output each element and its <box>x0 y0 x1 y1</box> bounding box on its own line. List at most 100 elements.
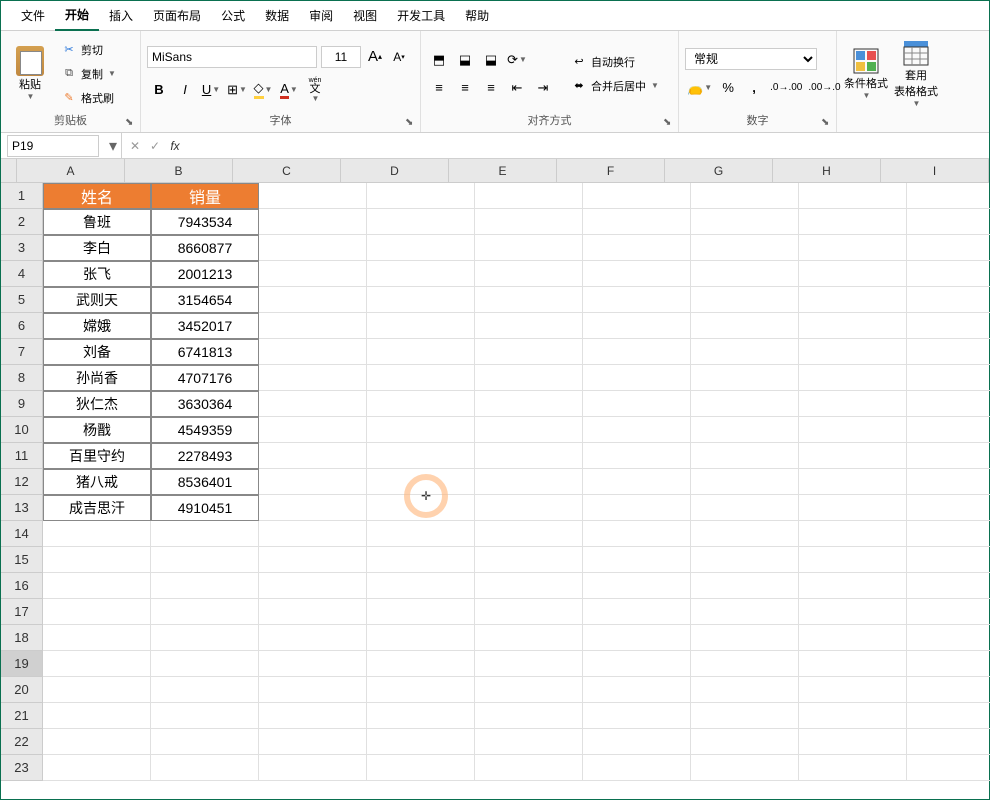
cell-I14[interactable] <box>907 521 990 547</box>
cell-H23[interactable] <box>799 755 907 781</box>
cell-E14[interactable] <box>475 521 583 547</box>
cell-I23[interactable] <box>907 755 990 781</box>
cell-B13[interactable]: 4910451 <box>151 495 259 521</box>
cell-D13[interactable] <box>367 495 475 521</box>
cell-C1[interactable] <box>259 183 367 209</box>
cell-E22[interactable] <box>475 729 583 755</box>
cell-I21[interactable] <box>907 703 990 729</box>
cell-B9[interactable]: 3630364 <box>151 391 259 417</box>
cell-F23[interactable] <box>583 755 691 781</box>
cell-G1[interactable] <box>691 183 799 209</box>
percent-button[interactable]: % <box>716 76 740 100</box>
cell-C6[interactable] <box>259 313 367 339</box>
align-center-button[interactable]: ≡ <box>453 76 477 100</box>
row-header-3[interactable]: 3 <box>1 235 43 261</box>
format-painter-button[interactable]: ✎格式刷 <box>57 87 120 109</box>
column-header-G[interactable]: G <box>665 159 773 183</box>
cell-H8[interactable] <box>799 365 907 391</box>
cell-A13[interactable]: 成吉思汗 <box>43 495 151 521</box>
cell-D15[interactable] <box>367 547 475 573</box>
row-header-16[interactable]: 16 <box>1 573 43 599</box>
row-header-10[interactable]: 10 <box>1 417 43 443</box>
cell-D5[interactable] <box>367 287 475 313</box>
cell-C13[interactable] <box>259 495 367 521</box>
column-header-C[interactable]: C <box>233 159 341 183</box>
cell-I9[interactable] <box>907 391 990 417</box>
italic-button[interactable]: I <box>173 78 197 102</box>
cell-I17[interactable] <box>907 599 990 625</box>
cell-G5[interactable] <box>691 287 799 313</box>
cell-E17[interactable] <box>475 599 583 625</box>
cell-B21[interactable] <box>151 703 259 729</box>
cell-E6[interactable] <box>475 313 583 339</box>
cell-C21[interactable] <box>259 703 367 729</box>
menu-视图[interactable]: 视图 <box>343 1 387 30</box>
cell-A3[interactable]: 李白 <box>43 235 151 261</box>
cell-A9[interactable]: 狄仁杰 <box>43 391 151 417</box>
menu-文件[interactable]: 文件 <box>11 1 55 30</box>
cell-I7[interactable] <box>907 339 990 365</box>
cell-E15[interactable] <box>475 547 583 573</box>
cell-G6[interactable] <box>691 313 799 339</box>
align-bottom-button[interactable]: ⬓ <box>479 48 503 72</box>
cell-A22[interactable] <box>43 729 151 755</box>
menu-公式[interactable]: 公式 <box>211 1 255 30</box>
cell-G17[interactable] <box>691 599 799 625</box>
select-all-corner[interactable] <box>1 159 17 183</box>
cell-G14[interactable] <box>691 521 799 547</box>
column-header-B[interactable]: B <box>125 159 233 183</box>
cell-H3[interactable] <box>799 235 907 261</box>
cell-G21[interactable] <box>691 703 799 729</box>
row-header-8[interactable]: 8 <box>1 365 43 391</box>
row-header-20[interactable]: 20 <box>1 677 43 703</box>
cell-F22[interactable] <box>583 729 691 755</box>
cell-I5[interactable] <box>907 287 990 313</box>
cell-B15[interactable] <box>151 547 259 573</box>
cell-I19[interactable] <box>907 651 990 677</box>
cell-I6[interactable] <box>907 313 990 339</box>
cell-E10[interactable] <box>475 417 583 443</box>
cell-B23[interactable] <box>151 755 259 781</box>
cell-C3[interactable] <box>259 235 367 261</box>
cell-F7[interactable] <box>583 339 691 365</box>
cell-F18[interactable] <box>583 625 691 651</box>
cell-H2[interactable] <box>799 209 907 235</box>
menu-帮助[interactable]: 帮助 <box>455 1 499 30</box>
cell-F12[interactable] <box>583 469 691 495</box>
cell-B18[interactable] <box>151 625 259 651</box>
cell-D14[interactable] <box>367 521 475 547</box>
row-header-14[interactable]: 14 <box>1 521 43 547</box>
cell-E2[interactable] <box>475 209 583 235</box>
row-header-9[interactable]: 9 <box>1 391 43 417</box>
cell-F9[interactable] <box>583 391 691 417</box>
merge-center-button[interactable]: ⬌合并后居中▼ <box>567 75 663 97</box>
increase-font-button[interactable]: A▴ <box>365 46 385 68</box>
orientation-button[interactable]: ⟳▼ <box>505 48 529 72</box>
currency-button[interactable]: 👝▼ <box>685 76 714 100</box>
row-header-2[interactable]: 2 <box>1 209 43 235</box>
cell-A23[interactable] <box>43 755 151 781</box>
cell-F8[interactable] <box>583 365 691 391</box>
dialog-launcher-icon[interactable]: ⬊ <box>125 117 137 129</box>
cell-H5[interactable] <box>799 287 907 313</box>
bold-button[interactable]: B <box>147 78 171 102</box>
align-middle-button[interactable]: ⬓ <box>453 48 477 72</box>
cell-E18[interactable] <box>475 625 583 651</box>
cell-G13[interactable] <box>691 495 799 521</box>
comma-button[interactable]: , <box>742 76 766 100</box>
dialog-launcher-icon[interactable]: ⬊ <box>663 117 675 129</box>
cell-E3[interactable] <box>475 235 583 261</box>
cell-A14[interactable] <box>43 521 151 547</box>
cell-B22[interactable] <box>151 729 259 755</box>
cell-C20[interactable] <box>259 677 367 703</box>
cell-A10[interactable]: 杨戬 <box>43 417 151 443</box>
decrease-font-button[interactable]: A▾ <box>389 46 409 68</box>
cell-G20[interactable] <box>691 677 799 703</box>
cell-A2[interactable]: 鲁班 <box>43 209 151 235</box>
cell-C4[interactable] <box>259 261 367 287</box>
cell-I20[interactable] <box>907 677 990 703</box>
cell-A1[interactable]: 姓名 <box>43 183 151 209</box>
cell-C5[interactable] <box>259 287 367 313</box>
cell-I1[interactable] <box>907 183 990 209</box>
dialog-launcher-icon[interactable]: ⬊ <box>821 117 833 129</box>
